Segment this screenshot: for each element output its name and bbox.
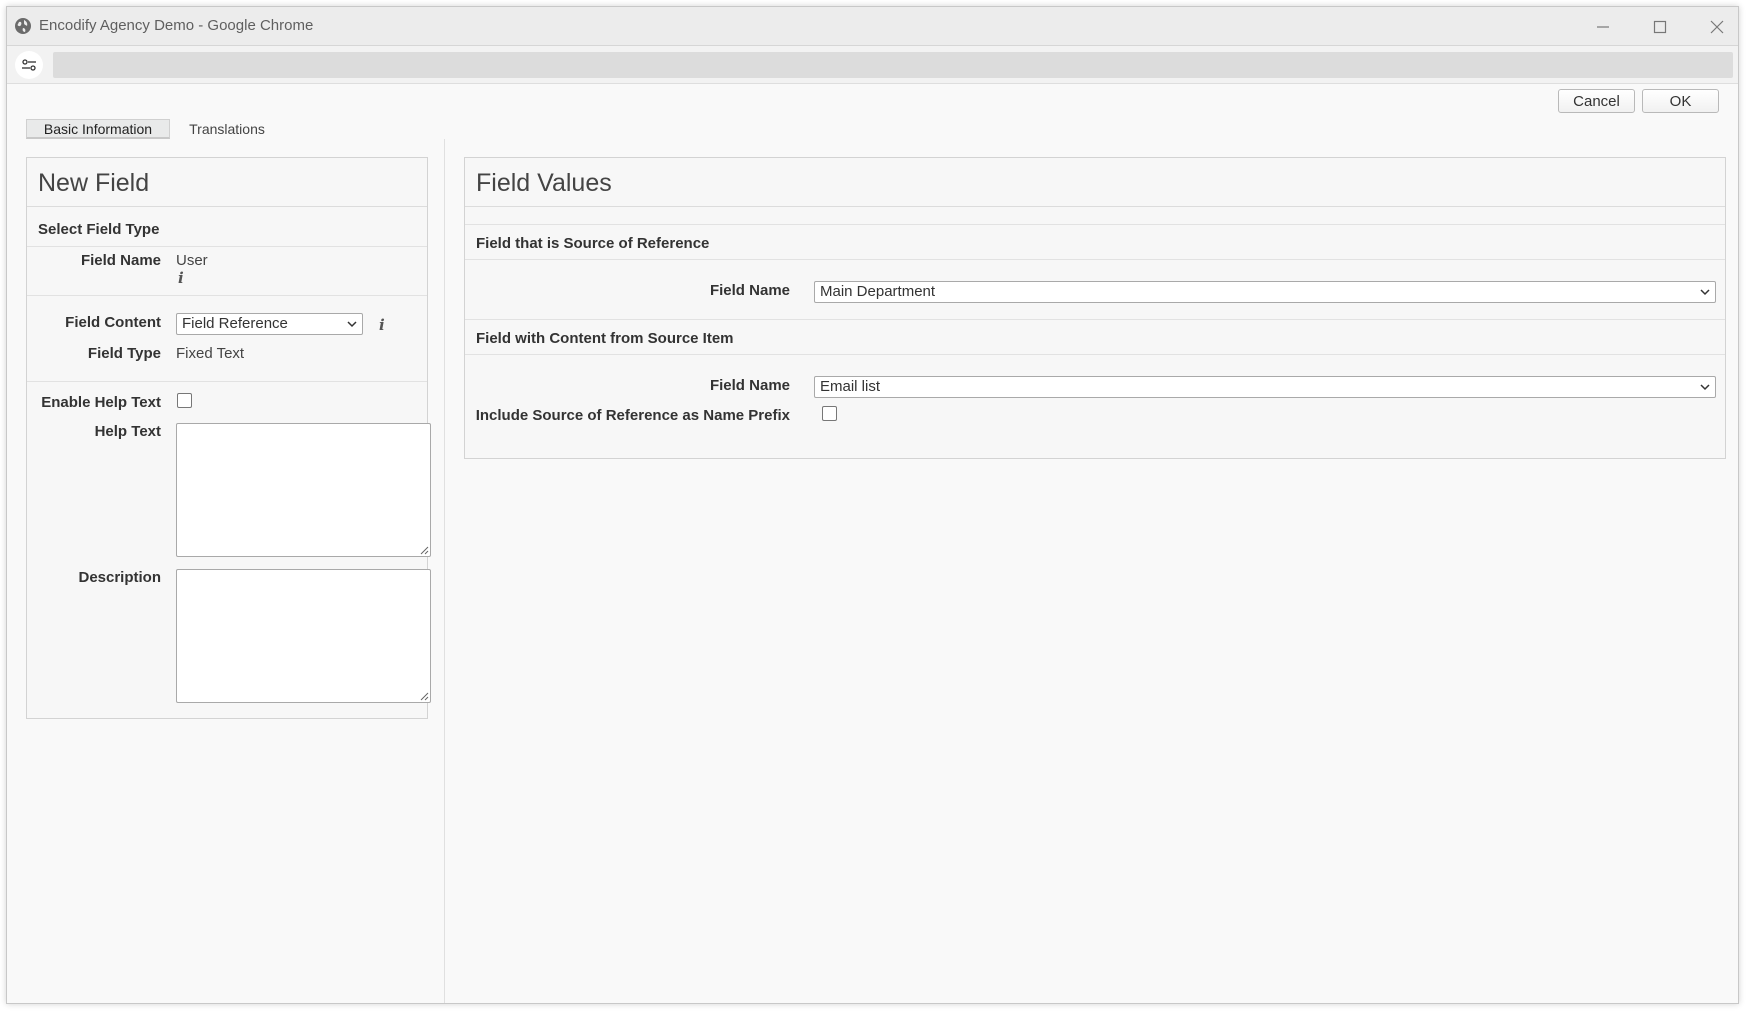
help-text-textarea[interactable] (176, 423, 431, 557)
column-divider (444, 139, 445, 1003)
field-type-label: Field Type (87, 345, 161, 362)
cancel-button[interactable]: Cancel (1558, 89, 1635, 113)
content-from-source-heading: Field with Content from Source Item (476, 330, 734, 347)
field-name-label: Field Name (80, 252, 161, 269)
enable-help-text-label: Enable Help Text (41, 394, 161, 411)
description-textarea[interactable] (176, 569, 431, 703)
divider (465, 319, 1725, 320)
field-content-selected: Field Reference (182, 315, 288, 332)
source-field-name-selected: Main Department (820, 283, 936, 300)
content-field-name-selected: Email list (820, 378, 881, 395)
minimize-button[interactable] (1580, 13, 1626, 41)
window-title: Encodify Agency Demo - Google Chrome (39, 17, 314, 34)
enable-help-text-checkbox[interactable] (177, 393, 192, 408)
globe-icon (15, 18, 31, 34)
divider (27, 246, 427, 247)
new-field-title: New Field (27, 158, 427, 207)
field-content-label: Field Content (65, 314, 161, 331)
tab-translations[interactable]: Translations (177, 119, 277, 139)
select-field-type-heading: Select Field Type (38, 221, 160, 238)
divider (27, 295, 427, 296)
divider (27, 381, 427, 382)
browser-window: Encodify Agency Demo - Google Chrome Can… (6, 6, 1739, 1004)
include-prefix-label: Include Source of Reference as Name Pref… (475, 407, 790, 424)
resize-grip-icon[interactable] (419, 691, 429, 701)
field-type-value: Fixed Text (176, 345, 245, 362)
source-of-reference-heading: Field that is Source of Reference (476, 235, 710, 252)
info-icon[interactable]: i (379, 316, 385, 334)
field-name-value: User (176, 252, 208, 269)
chevron-down-icon (1700, 384, 1710, 391)
maximize-icon (1653, 20, 1667, 34)
url-field[interactable] (53, 52, 1733, 78)
field-content-select[interactable]: Field Reference (176, 313, 363, 335)
include-prefix-checkbox[interactable] (822, 406, 837, 421)
close-icon (1710, 20, 1724, 34)
description-label: Description (78, 569, 161, 586)
content-field-name-select[interactable]: Email list (814, 376, 1716, 398)
minimize-icon (1597, 26, 1609, 28)
divider (465, 224, 1725, 225)
divider (465, 259, 1725, 260)
field-values-title: Field Values (465, 158, 1725, 207)
tab-basic-information[interactable]: Basic Information (26, 119, 170, 139)
ok-button[interactable]: OK (1642, 89, 1719, 113)
content-field-name-label: Field Name (709, 377, 790, 394)
new-field-panel: New Field Select Field Type Field Name U… (26, 157, 431, 719)
source-field-name-label: Field Name (709, 282, 790, 299)
close-button[interactable] (1694, 13, 1738, 41)
site-settings-button[interactable] (15, 51, 43, 79)
field-values-panel: Field Values Field that is Source of Ref… (464, 157, 1726, 459)
resize-grip-icon[interactable] (419, 545, 429, 555)
help-text-label: Help Text (94, 423, 161, 440)
chevron-down-icon (347, 321, 357, 328)
address-bar (7, 46, 1738, 84)
tune-icon (22, 59, 36, 71)
source-field-name-select[interactable]: Main Department (814, 281, 1716, 303)
chevron-down-icon (1700, 289, 1710, 296)
info-icon[interactable]: i (178, 269, 184, 287)
maximize-button[interactable] (1637, 13, 1683, 41)
title-bar: Encodify Agency Demo - Google Chrome (7, 7, 1738, 46)
divider (465, 354, 1725, 355)
